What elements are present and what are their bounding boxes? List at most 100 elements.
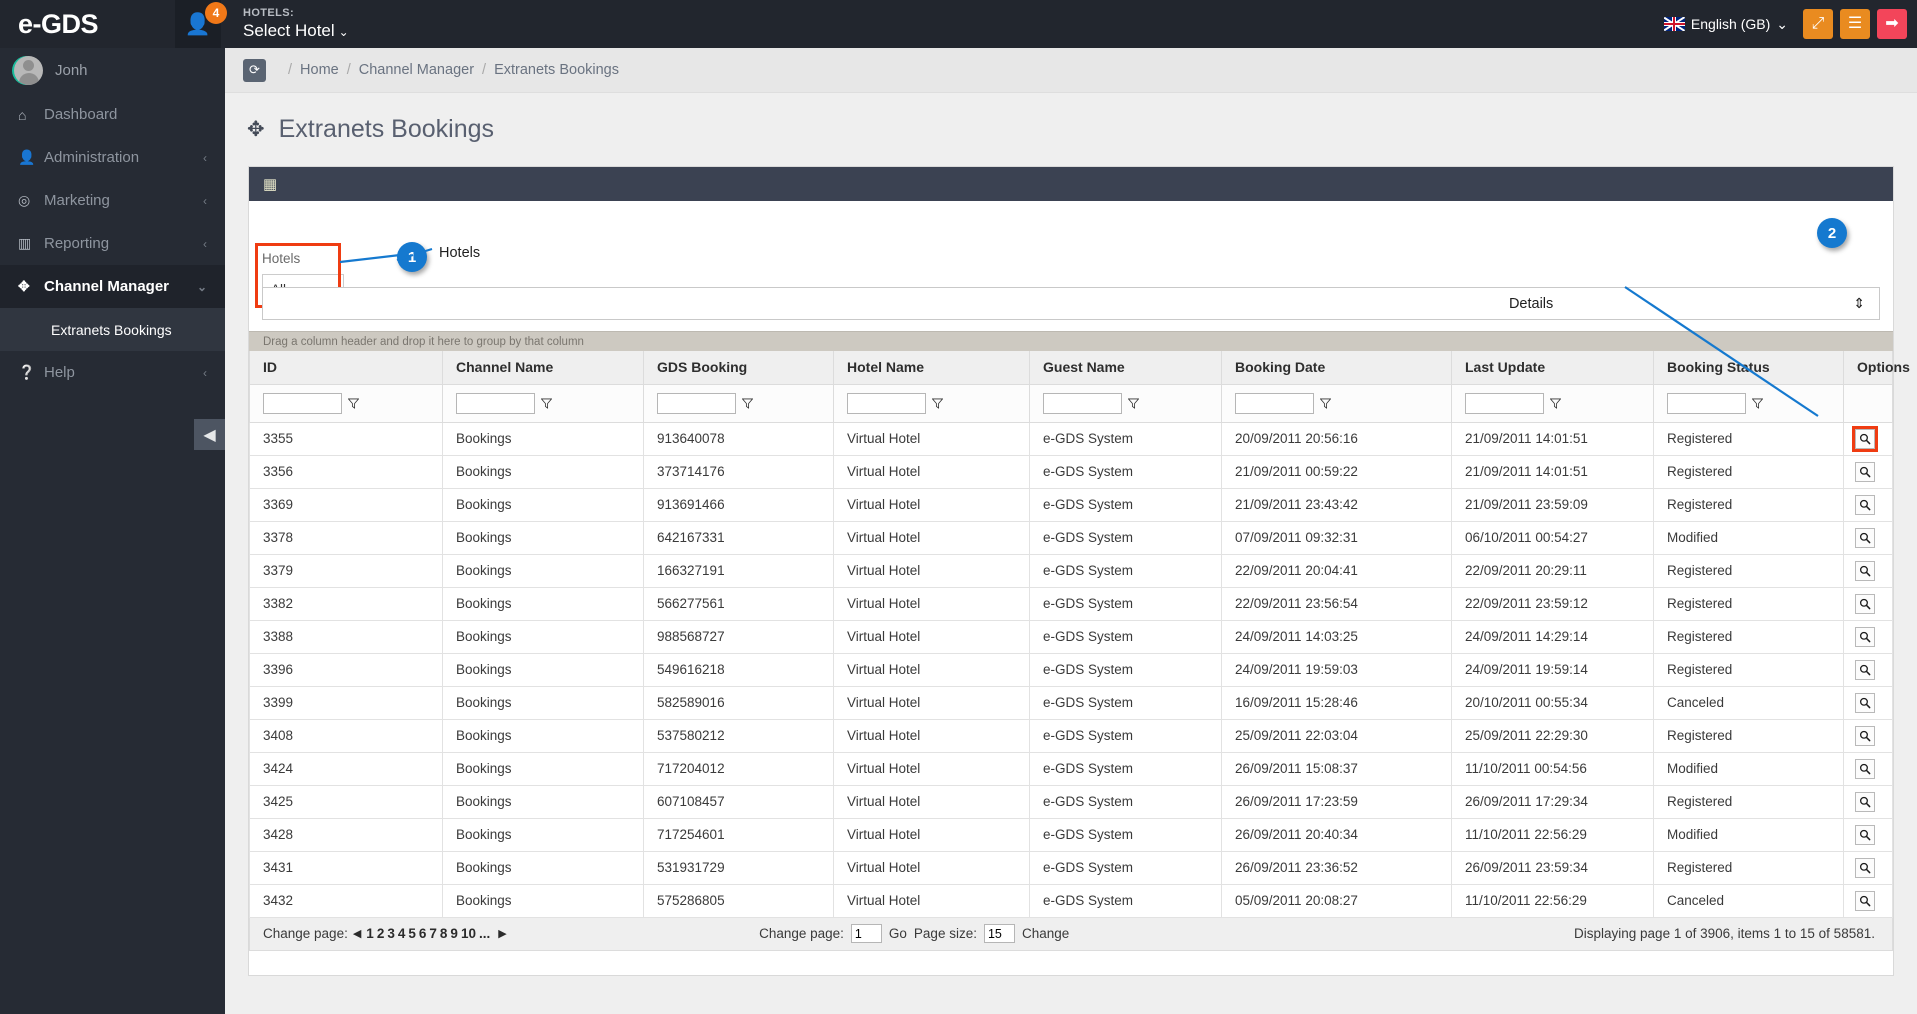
fullscreen-button[interactable]: ⤢ [1803, 9, 1833, 39]
view-details-button[interactable] [1855, 890, 1875, 911]
view-details-button[interactable] [1855, 824, 1875, 845]
table-row[interactable]: 3382 Bookings 566277561 Virtual Hotel e-GDS … [249, 586, 1893, 621]
view-details-button[interactable] [1855, 758, 1875, 779]
column-header-booking-date[interactable]: Booking Date [1221, 351, 1452, 385]
table-row[interactable]: 3379 Bookings 166327191 Virtual Hotel e-GDS … [249, 553, 1893, 588]
logout-button[interactable]: ➡ [1877, 9, 1907, 39]
view-details-button[interactable] [1855, 857, 1875, 878]
table-row[interactable]: 3378 Bookings 642167331 Virtual Hotel e-GDS … [249, 520, 1893, 555]
table-row[interactable]: 3425 Bookings 607108457 Virtual Hotel e-GDS … [249, 784, 1893, 819]
funnel-icon[interactable] [1550, 398, 1561, 409]
funnel-icon[interactable] [541, 398, 552, 409]
table-row[interactable]: 3369 Bookings 913691466 Virtual Hotel e-GDS … [249, 487, 1893, 522]
page-link[interactable]: 9 [450, 926, 458, 941]
page-link[interactable]: 2 [377, 926, 385, 941]
cell-options [1843, 487, 1893, 522]
sidebar-item-marketing[interactable]: ◎ Marketing ‹ [0, 179, 225, 222]
filter-input-booking-status[interactable] [1667, 392, 1746, 414]
page-link[interactable]: 8 [440, 926, 448, 941]
column-header-guest-name[interactable]: Guest Name [1029, 351, 1222, 385]
sidebar-item-administration[interactable]: 👤 Administration ‹ [0, 136, 225, 179]
breadcrumb-item-home[interactable]: Home [300, 62, 339, 78]
view-details-button[interactable] [1852, 425, 1878, 452]
funnel-icon[interactable] [932, 398, 943, 409]
details-control-row[interactable]: Details ⇕ [262, 287, 1880, 320]
sidebar-item-channel-manager[interactable]: ✥ Channel Manager ⌄ [0, 265, 225, 308]
change-button[interactable]: Change [1022, 926, 1069, 941]
funnel-icon[interactable] [1128, 398, 1139, 409]
user-account-button[interactable]: 👤 4 [175, 0, 227, 48]
sidebar-item-extranets-bookings[interactable]: Extranets Bookings [0, 308, 225, 351]
menu-button[interactable]: ☰ [1840, 9, 1870, 39]
sidebar-profile[interactable]: Jonh [0, 48, 225, 93]
page-link[interactable]: 10 [461, 926, 476, 941]
sidebar-collapse-button[interactable]: ◀ [194, 419, 225, 450]
page-link[interactable]: 5 [408, 926, 416, 941]
page-link[interactable]: 4 [398, 926, 406, 941]
view-details-button[interactable] [1855, 494, 1875, 515]
filter-input-gds-booking[interactable] [657, 392, 736, 414]
view-details-button[interactable] [1855, 791, 1875, 812]
chevron-left-icon: ‹ [203, 193, 207, 208]
table-row[interactable]: 3356 Bookings 373714176 Virtual Hotel e-GDS … [249, 454, 1893, 489]
column-header-gds-booking[interactable]: GDS Booking [643, 351, 834, 385]
next-page-button[interactable]: ▶ [498, 927, 506, 940]
page-link[interactable]: 7 [429, 926, 437, 941]
view-details-button[interactable] [1855, 725, 1875, 746]
column-header-last-update[interactable]: Last Update [1451, 351, 1654, 385]
page-link[interactable]: 1 [366, 926, 374, 941]
table-row[interactable]: 3396 Bookings 549616218 Virtual Hotel e-GDS … [249, 652, 1893, 687]
sidebar-item-label: Channel Manager [44, 278, 170, 295]
hotel-selector[interactable]: HOTELS: Select Hotel ⌄ [243, 7, 349, 42]
column-header-channel-name[interactable]: Channel Name [442, 351, 644, 385]
view-details-button[interactable] [1855, 692, 1875, 713]
go-button[interactable]: Go [889, 926, 907, 941]
table-row[interactable]: 3408 Bookings 537580212 Virtual Hotel e-GDS … [249, 718, 1893, 753]
cell-booking-date: 26/09/2011 17:23:59 [1221, 784, 1452, 819]
filter-input-booking-date[interactable] [1235, 392, 1314, 414]
view-details-button[interactable] [1855, 626, 1875, 647]
cell-hotel-name: Virtual Hotel [833, 718, 1030, 753]
page-size-input[interactable] [983, 924, 1015, 943]
funnel-icon[interactable] [348, 398, 359, 409]
filter-input-channel-name[interactable] [456, 392, 535, 414]
language-selector[interactable]: English (GB) ⌄ [1663, 16, 1788, 33]
table-row[interactable]: 3388 Bookings 988568727 Virtual Hotel e-GDS … [249, 619, 1893, 654]
funnel-icon[interactable] [1320, 398, 1331, 409]
table-row[interactable]: 3424 Bookings 717204012 Virtual Hotel e-GDS … [249, 751, 1893, 786]
cell-channel-name: Bookings [442, 619, 644, 654]
sidebar-item-dashboard[interactable]: ⌂ Dashboard [0, 93, 225, 136]
page-number-input[interactable] [850, 924, 882, 943]
table-row[interactable]: 3431 Bookings 531931729 Virtual Hotel e-GDS … [249, 850, 1893, 885]
table-row[interactable]: 3432 Bookings 575286805 Virtual Hotel e-GDS … [249, 883, 1893, 918]
sidebar-item-reporting[interactable]: ▥ Reporting ‹ [0, 222, 225, 265]
group-by-dropzone[interactable]: Drag a column header and drop it here to… [249, 331, 1893, 351]
breadcrumb-item-channel-manager[interactable]: Channel Manager [359, 62, 474, 78]
column-header-hotel-name[interactable]: Hotel Name [833, 351, 1030, 385]
filter-input-id[interactable] [263, 392, 342, 414]
filter-input-guest-name[interactable] [1043, 392, 1122, 414]
column-header-id[interactable]: ID [249, 351, 443, 385]
page-link[interactable]: ... [479, 926, 490, 941]
table-row[interactable]: 3355 Bookings 913640078 Virtual Hotel e-GDS … [249, 421, 1893, 456]
page-link[interactable]: 3 [387, 926, 395, 941]
funnel-icon[interactable] [1752, 398, 1763, 409]
refresh-button[interactable]: ⟳ [243, 58, 266, 82]
sidebar-item-help[interactable]: ❔ Help ‹ [0, 351, 225, 394]
view-details-button[interactable] [1855, 461, 1875, 482]
column-header-booking-status[interactable]: Booking Status [1653, 351, 1844, 385]
filter-input-hotel-name[interactable] [847, 392, 926, 414]
view-details-button[interactable] [1855, 593, 1875, 614]
filter-input-last-update[interactable] [1465, 392, 1544, 414]
view-details-button[interactable] [1855, 560, 1875, 581]
page-link[interactable]: 6 [419, 926, 427, 941]
cell-options [1843, 586, 1893, 621]
view-details-button[interactable] [1855, 527, 1875, 548]
view-details-button[interactable] [1855, 659, 1875, 680]
cell-options [1843, 817, 1893, 852]
prev-page-button[interactable]: ◀ [353, 927, 361, 940]
table-row[interactable]: 3399 Bookings 582589016 Virtual Hotel e-GDS … [249, 685, 1893, 720]
table-row[interactable]: 3428 Bookings 717254601 Virtual Hotel e-GDS … [249, 817, 1893, 852]
funnel-icon[interactable] [742, 398, 753, 409]
spinner-updown-icon[interactable]: ⇕ [1853, 296, 1865, 310]
